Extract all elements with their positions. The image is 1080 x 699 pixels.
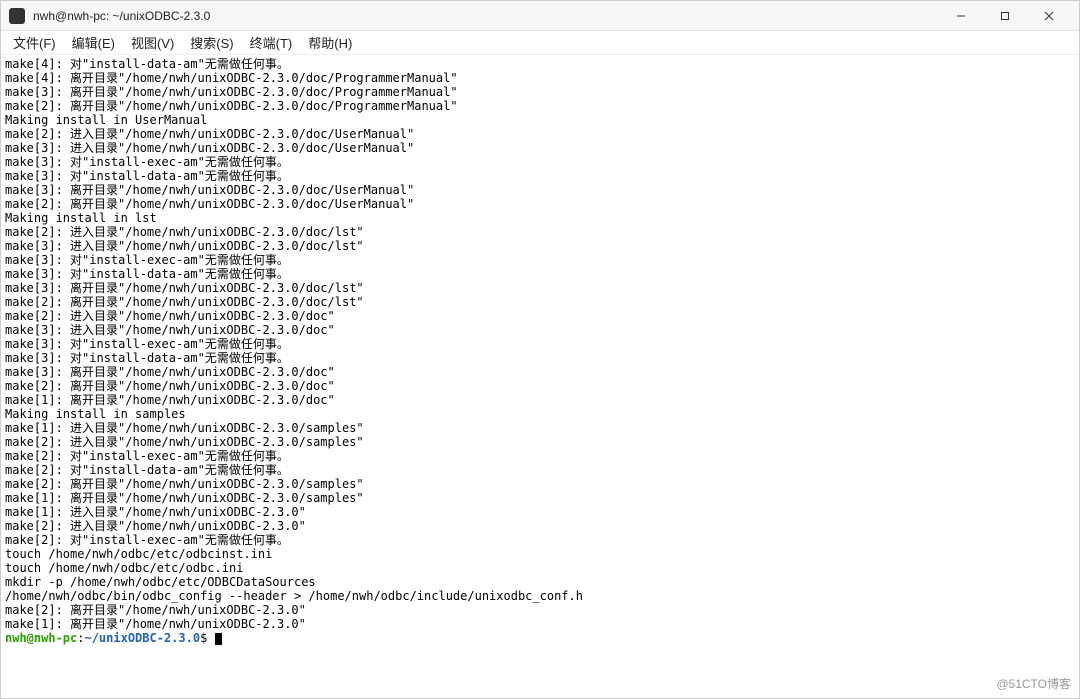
terminal-body[interactable]: make[4]: 对"install-data-am"无需做任何事。make[4… bbox=[1, 55, 1079, 698]
terminal-output-line: make[2]: 离开目录"/home/nwh/unixODBC-2.3.0/d… bbox=[5, 295, 1075, 309]
terminal-output-line: make[1]: 进入目录"/home/nwh/unixODBC-2.3.0/s… bbox=[5, 421, 1075, 435]
terminal-output-line: make[2]: 进入目录"/home/nwh/unixODBC-2.3.0" bbox=[5, 519, 1075, 533]
terminal-output-line: make[2]: 离开目录"/home/nwh/unixODBC-2.3.0/d… bbox=[5, 99, 1075, 113]
minimize-icon bbox=[956, 11, 966, 21]
terminal-output-line: /home/nwh/odbc/bin/odbc_config --header … bbox=[5, 589, 1075, 603]
menu-help[interactable]: 帮助(H) bbox=[300, 31, 360, 54]
terminal-output-line: make[3]: 对"install-data-am"无需做任何事。 bbox=[5, 169, 1075, 183]
terminal-output-line: make[2]: 进入目录"/home/nwh/unixODBC-2.3.0/d… bbox=[5, 309, 1075, 323]
prompt-user: nwh@nwh-pc bbox=[5, 631, 77, 645]
close-button[interactable] bbox=[1027, 2, 1071, 30]
terminal-prompt-line[interactable]: nwh@nwh-pc:~/unixODBC-2.3.0$ bbox=[5, 631, 1075, 645]
terminal-output-line: Making install in samples bbox=[5, 407, 1075, 421]
menu-terminal[interactable]: 终端(T) bbox=[242, 31, 301, 54]
titlebar[interactable]: nwh@nwh-pc: ~/unixODBC-2.3.0 bbox=[1, 1, 1079, 31]
terminal-output-line: make[2]: 进入目录"/home/nwh/unixODBC-2.3.0/d… bbox=[5, 225, 1075, 239]
terminal-window: nwh@nwh-pc: ~/unixODBC-2.3.0 文件(F) 编辑(E)… bbox=[0, 0, 1080, 699]
maximize-icon bbox=[1000, 11, 1010, 21]
terminal-output-line: make[1]: 离开目录"/home/nwh/unixODBC-2.3.0" bbox=[5, 617, 1075, 631]
menu-file[interactable]: 文件(F) bbox=[5, 31, 64, 54]
terminal-output-line: make[2]: 进入目录"/home/nwh/unixODBC-2.3.0/s… bbox=[5, 435, 1075, 449]
terminal-output-line: make[3]: 对"install-data-am"无需做任何事。 bbox=[5, 267, 1075, 281]
terminal-output-line: make[3]: 进入目录"/home/nwh/unixODBC-2.3.0/d… bbox=[5, 239, 1075, 253]
terminal-output-line: Making install in lst bbox=[5, 211, 1075, 225]
terminal-output-line: make[4]: 离开目录"/home/nwh/unixODBC-2.3.0/d… bbox=[5, 71, 1075, 85]
window-title: nwh@nwh-pc: ~/unixODBC-2.3.0 bbox=[33, 9, 939, 23]
menu-view[interactable]: 视图(V) bbox=[123, 31, 182, 54]
terminal-output-line: make[2]: 离开目录"/home/nwh/unixODBC-2.3.0" bbox=[5, 603, 1075, 617]
terminal-output-line: make[3]: 对"install-exec-am"无需做任何事。 bbox=[5, 155, 1075, 169]
terminal-output-line: make[3]: 对"install-exec-am"无需做任何事。 bbox=[5, 253, 1075, 267]
terminal-output-line: touch /home/nwh/odbc/etc/odbcinst.ini bbox=[5, 547, 1075, 561]
terminal-output-line: make[1]: 离开目录"/home/nwh/unixODBC-2.3.0/d… bbox=[5, 393, 1075, 407]
terminal-output-line: Making install in UserManual bbox=[5, 113, 1075, 127]
terminal-output-line: mkdir -p /home/nwh/odbc/etc/ODBCDataSour… bbox=[5, 575, 1075, 589]
terminal-output-line: make[2]: 离开目录"/home/nwh/unixODBC-2.3.0/s… bbox=[5, 477, 1075, 491]
terminal-output-line: make[3]: 进入目录"/home/nwh/unixODBC-2.3.0/d… bbox=[5, 323, 1075, 337]
menubar: 文件(F) 编辑(E) 视图(V) 搜索(S) 终端(T) 帮助(H) bbox=[1, 31, 1079, 55]
menu-search[interactable]: 搜索(S) bbox=[182, 31, 241, 54]
terminal-output-line: make[3]: 离开目录"/home/nwh/unixODBC-2.3.0/d… bbox=[5, 365, 1075, 379]
minimize-button[interactable] bbox=[939, 2, 983, 30]
terminal-output-line: make[2]: 进入目录"/home/nwh/unixODBC-2.3.0/d… bbox=[5, 127, 1075, 141]
terminal-output-line: make[3]: 进入目录"/home/nwh/unixODBC-2.3.0/d… bbox=[5, 141, 1075, 155]
app-icon bbox=[9, 8, 25, 24]
prompt-path: ~/unixODBC-2.3.0 bbox=[84, 631, 200, 645]
terminal-output-line: make[3]: 离开目录"/home/nwh/unixODBC-2.3.0/d… bbox=[5, 281, 1075, 295]
terminal-output-line: make[3]: 离开目录"/home/nwh/unixODBC-2.3.0/d… bbox=[5, 85, 1075, 99]
close-icon bbox=[1044, 11, 1054, 21]
terminal-output-line: touch /home/nwh/odbc/etc/odbc.ini bbox=[5, 561, 1075, 575]
maximize-button[interactable] bbox=[983, 2, 1027, 30]
terminal-output-line: make[1]: 离开目录"/home/nwh/unixODBC-2.3.0/s… bbox=[5, 491, 1075, 505]
terminal-output-line: make[1]: 进入目录"/home/nwh/unixODBC-2.3.0" bbox=[5, 505, 1075, 519]
terminal-output-line: make[2]: 离开目录"/home/nwh/unixODBC-2.3.0/d… bbox=[5, 379, 1075, 393]
prompt-symbol: $ bbox=[200, 631, 214, 645]
terminal-output-line: make[2]: 对"install-data-am"无需做任何事。 bbox=[5, 463, 1075, 477]
terminal-output-line: make[3]: 对"install-data-am"无需做任何事。 bbox=[5, 351, 1075, 365]
terminal-output-line: make[4]: 对"install-data-am"无需做任何事。 bbox=[5, 57, 1075, 71]
menu-edit[interactable]: 编辑(E) bbox=[64, 31, 123, 54]
terminal-output-line: make[3]: 离开目录"/home/nwh/unixODBC-2.3.0/d… bbox=[5, 183, 1075, 197]
terminal-output-line: make[3]: 对"install-exec-am"无需做任何事。 bbox=[5, 337, 1075, 351]
terminal-cursor bbox=[215, 633, 222, 645]
terminal-output-line: make[2]: 对"install-exec-am"无需做任何事。 bbox=[5, 533, 1075, 547]
terminal-output-line: make[2]: 对"install-exec-am"无需做任何事。 bbox=[5, 449, 1075, 463]
terminal-output-line: make[2]: 离开目录"/home/nwh/unixODBC-2.3.0/d… bbox=[5, 197, 1075, 211]
window-controls bbox=[939, 2, 1071, 30]
